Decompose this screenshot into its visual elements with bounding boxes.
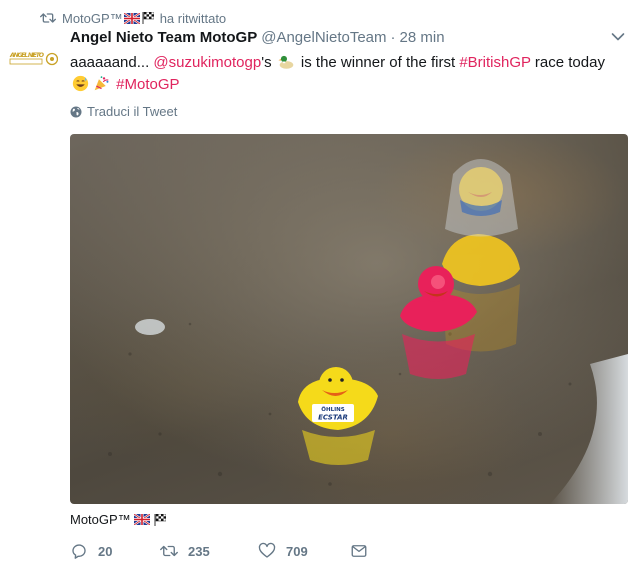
uk-flag-icon	[123, 12, 140, 24]
retweet-icon	[40, 13, 56, 23]
retweeter-name-text: MotoGP™	[62, 10, 123, 26]
checkered-flag-icon	[142, 11, 154, 24]
party-popper-emoji-icon	[93, 75, 110, 92]
retweet-context: MotoGP™ ha ritwittato	[40, 8, 226, 28]
checkered-flag-icon	[154, 513, 166, 526]
separator: ·	[390, 29, 396, 46]
retweeter-name[interactable]: MotoGP™	[62, 11, 154, 26]
chevron-down-icon[interactable]	[611, 32, 625, 42]
duck-emoji-icon	[278, 53, 295, 70]
retweet-count: 235	[188, 543, 210, 559]
timestamp[interactable]: 28 min	[400, 29, 445, 46]
like-button[interactable]: 709	[258, 542, 350, 560]
duck-label-top: ÖHLINS	[321, 406, 344, 413]
retweet-label: ha ritwittato	[159, 10, 227, 26]
media-source[interactable]: MotoGP™	[70, 512, 166, 527]
translate-label: Traduci il Tweet	[87, 104, 178, 119]
reply-count: 20	[98, 543, 113, 559]
tweet-text-part: race today	[530, 54, 605, 71]
retweet-button[interactable]: 235	[160, 542, 258, 560]
envelope-icon	[351, 545, 367, 557]
tweet-text: aaaaaand... @suzukimotogp's is the winne…	[70, 52, 630, 96]
heart-icon	[258, 542, 276, 558]
media-source-name: MotoGP™	[70, 512, 131, 527]
author-handle[interactable]: @AngelNietoTeam	[261, 29, 386, 46]
author-name[interactable]: Angel Nieto Team MotoGP	[70, 29, 257, 46]
tweet-header: Angel Nieto Team MotoGP @AngelNietoTeam …	[70, 29, 445, 46]
mention-link[interactable]: @suzukimotogp	[153, 54, 261, 71]
uk-flag-icon	[133, 514, 150, 525]
reply-button[interactable]: 20	[70, 542, 160, 560]
like-count: 709	[286, 543, 308, 559]
tweet-text-part: 's	[261, 54, 276, 71]
hashtag-britishgp[interactable]: #BritishGP	[459, 54, 530, 71]
translate-tweet[interactable]: Traduci il Tweet	[70, 104, 177, 119]
direct-message-button[interactable]	[350, 542, 368, 560]
hashtag-motogp[interactable]: #MotoGP	[116, 76, 179, 93]
avatar[interactable]: ANGEL NIETO	[8, 49, 59, 67]
tweet-text-part: is the winner of the first	[296, 54, 460, 71]
tweet-text-part: aaaaaand...	[70, 54, 154, 71]
sweat-smile-emoji-icon	[72, 75, 89, 92]
tweet-actions: 20 235 709	[70, 542, 368, 560]
globe-icon	[70, 106, 82, 117]
reply-icon	[72, 544, 86, 559]
duck-label-bottom: ECSTAR	[318, 414, 348, 422]
tweet-photo[interactable]: ÖHLINS ECSTAR	[70, 134, 628, 504]
avatar-lettering: ANGEL NIETO	[9, 52, 45, 59]
retweet-icon	[160, 545, 178, 557]
